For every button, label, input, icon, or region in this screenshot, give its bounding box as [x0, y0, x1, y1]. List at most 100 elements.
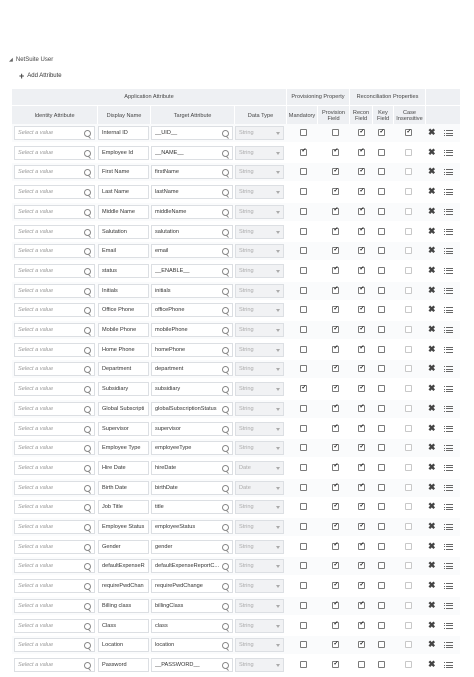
- data-type-select[interactable]: String: [235, 204, 284, 219]
- recon-field-checkbox[interactable]: [358, 305, 365, 314]
- key-field-checkbox[interactable]: [378, 345, 385, 353]
- mandatory-checkbox[interactable]: [300, 503, 307, 511]
- case-insensitive-checkbox[interactable]: [405, 444, 412, 452]
- search-icon[interactable]: [222, 524, 229, 531]
- target-attribute-select[interactable]: location: [151, 638, 233, 653]
- display-name-input[interactable]: Employee Type: [98, 441, 149, 456]
- recon-field-checkbox[interactable]: [358, 246, 365, 255]
- remove-row-button[interactable]: ✖: [428, 541, 436, 552]
- data-type-select[interactable]: String: [235, 145, 284, 160]
- recon-field-checkbox[interactable]: [358, 206, 365, 215]
- search-icon[interactable]: [222, 267, 229, 275]
- key-field-checkbox[interactable]: [378, 562, 385, 570]
- mandatory-checkbox[interactable]: [300, 562, 307, 570]
- data-type-select[interactable]: Date: [235, 460, 284, 475]
- remove-row-button[interactable]: ✖: [428, 620, 436, 631]
- provision-field-checkbox[interactable]: [332, 502, 339, 511]
- mandatory-checkbox[interactable]: [300, 286, 307, 294]
- identity-attribute-select[interactable]: Select a value: [14, 421, 95, 436]
- provision-field-checkbox[interactable]: [332, 600, 339, 609]
- recon-field-checkbox[interactable]: [358, 561, 365, 570]
- identity-attribute-select[interactable]: Select a value: [14, 579, 95, 594]
- row-menu-icon[interactable]: [446, 642, 453, 649]
- data-type-select[interactable]: String: [235, 224, 284, 239]
- identity-attribute-select[interactable]: Select a value: [14, 539, 95, 554]
- remove-row-button[interactable]: ✖: [428, 580, 436, 591]
- display-name-input[interactable]: Supervisor: [98, 421, 149, 436]
- mandatory-checkbox[interactable]: [300, 641, 307, 649]
- target-attribute-select[interactable]: __UID__: [151, 126, 233, 140]
- target-attribute-select[interactable]: hireDate: [151, 460, 233, 475]
- key-field-checkbox[interactable]: [378, 444, 385, 452]
- key-field-checkbox[interactable]: [378, 365, 385, 373]
- provision-field-checkbox[interactable]: [332, 443, 339, 452]
- identity-attribute-select[interactable]: Select a value: [14, 500, 95, 515]
- search-icon[interactable]: [84, 445, 91, 453]
- case-insensitive-checkbox[interactable]: [405, 523, 412, 530]
- key-field-checkbox[interactable]: [378, 542, 385, 550]
- display-name-input[interactable]: Global Subscripti: [98, 401, 149, 416]
- target-attribute-select[interactable]: initials: [151, 283, 233, 298]
- search-icon[interactable]: [84, 149, 91, 157]
- display-name-input[interactable]: Middle Name: [98, 204, 149, 219]
- remove-row-button[interactable]: ✖: [428, 482, 436, 493]
- row-menu-icon[interactable]: [446, 504, 453, 511]
- provision-field-checkbox[interactable]: [332, 364, 339, 373]
- case-insensitive-checkbox[interactable]: [405, 503, 412, 511]
- key-field-checkbox[interactable]: [378, 148, 385, 156]
- case-insensitive-checkbox[interactable]: [405, 326, 412, 333]
- display-name-input[interactable]: Job Title: [98, 500, 149, 515]
- identity-attribute-select[interactable]: Select a value: [14, 618, 95, 633]
- search-icon[interactable]: [84, 327, 91, 334]
- search-icon[interactable]: [222, 169, 229, 177]
- row-menu-icon[interactable]: [446, 583, 453, 590]
- provision-field-checkbox[interactable]: [332, 246, 339, 255]
- search-icon[interactable]: [222, 189, 229, 197]
- search-icon[interactable]: [222, 130, 229, 137]
- provision-field-checkbox[interactable]: [332, 226, 339, 235]
- case-insensitive-checkbox[interactable]: [405, 227, 412, 235]
- display-name-input[interactable]: Employee Status: [98, 520, 149, 534]
- mandatory-checkbox[interactable]: [300, 542, 307, 550]
- case-insensitive-checkbox[interactable]: [405, 483, 412, 491]
- target-attribute-select[interactable]: subsidiary: [151, 382, 233, 397]
- case-insensitive-checkbox[interactable]: [405, 385, 412, 393]
- identity-attribute-select[interactable]: Select a value: [14, 658, 95, 672]
- mandatory-checkbox[interactable]: [300, 345, 307, 353]
- provision-field-checkbox[interactable]: [332, 561, 339, 570]
- identity-attribute-select[interactable]: Select a value: [14, 145, 95, 160]
- remove-row-button[interactable]: ✖: [428, 147, 436, 158]
- case-insensitive-checkbox[interactable]: [405, 621, 412, 629]
- remove-row-button[interactable]: ✖: [428, 285, 436, 296]
- provision-field-checkbox[interactable]: [332, 403, 339, 412]
- row-menu-icon[interactable]: [446, 662, 453, 668]
- search-icon[interactable]: [84, 287, 91, 295]
- display-name-input[interactable]: Class: [98, 618, 149, 633]
- case-insensitive-checkbox[interactable]: [405, 168, 412, 176]
- target-attribute-select[interactable]: homePhone: [151, 342, 233, 357]
- recon-field-checkbox[interactable]: [358, 620, 365, 629]
- search-icon[interactable]: [84, 366, 91, 374]
- mandatory-checkbox[interactable]: [300, 384, 307, 393]
- search-icon[interactable]: [84, 622, 91, 630]
- identity-attribute-select[interactable]: Select a value: [14, 185, 95, 200]
- remove-row-button[interactable]: ✖: [428, 442, 436, 453]
- search-icon[interactable]: [84, 208, 91, 216]
- remove-row-button[interactable]: ✖: [428, 226, 436, 237]
- case-insensitive-checkbox[interactable]: [405, 601, 412, 609]
- display-name-input[interactable]: Home Phone: [98, 342, 149, 357]
- recon-field-checkbox[interactable]: [358, 147, 365, 156]
- search-icon[interactable]: [84, 169, 91, 177]
- recon-field-checkbox[interactable]: [358, 403, 365, 412]
- data-type-select[interactable]: Date: [235, 480, 284, 495]
- provision-field-checkbox[interactable]: [332, 344, 339, 353]
- target-attribute-select[interactable]: billingClass: [151, 598, 233, 613]
- remove-row-button[interactable]: ✖: [428, 245, 436, 256]
- remove-row-button[interactable]: ✖: [428, 521, 436, 532]
- provision-field-checkbox[interactable]: [332, 285, 339, 294]
- search-icon[interactable]: [222, 622, 229, 630]
- identity-attribute-select[interactable]: Select a value: [14, 362, 95, 377]
- mandatory-checkbox[interactable]: [300, 266, 307, 274]
- row-menu-icon[interactable]: [446, 307, 453, 314]
- provision-field-checkbox[interactable]: [332, 482, 339, 491]
